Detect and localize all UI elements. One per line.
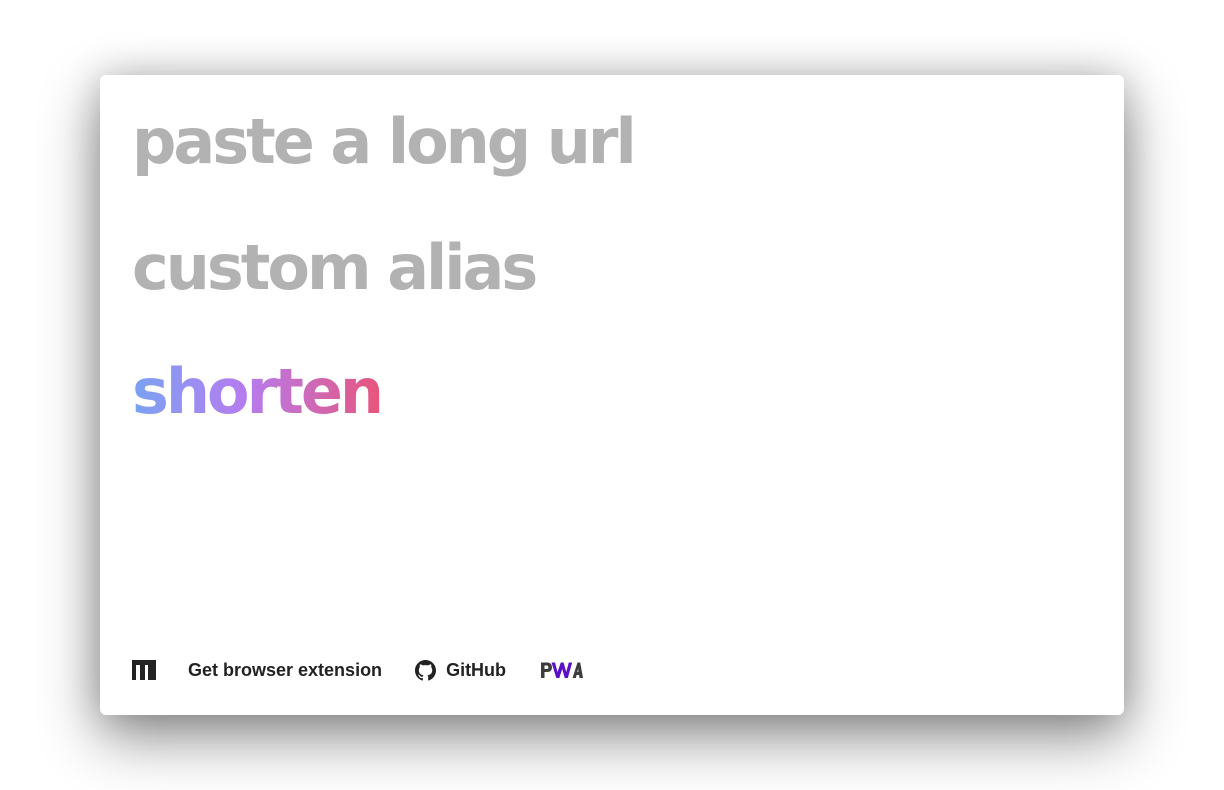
github-link[interactable]: GitHub: [415, 659, 507, 681]
shortener-card: shorten Get browser extension GitHub: [100, 75, 1124, 715]
browser-extension-label: Get browser extension: [188, 659, 383, 680]
pwa-icon: [541, 662, 584, 678]
github-label: GitHub: [446, 659, 507, 680]
pwa-link[interactable]: [539, 661, 584, 679]
long-url-input[interactable]: [132, 99, 1072, 183]
custom-alias-input[interactable]: [132, 225, 1072, 309]
shorten-button[interactable]: shorten: [132, 350, 384, 434]
m-logo-icon: [132, 660, 156, 680]
footer: Get browser extension GitHub: [132, 658, 584, 682]
browser-extension-link[interactable]: Get browser extension: [188, 660, 382, 681]
home-logo-link[interactable]: [132, 660, 156, 680]
github-icon: [415, 659, 437, 680]
